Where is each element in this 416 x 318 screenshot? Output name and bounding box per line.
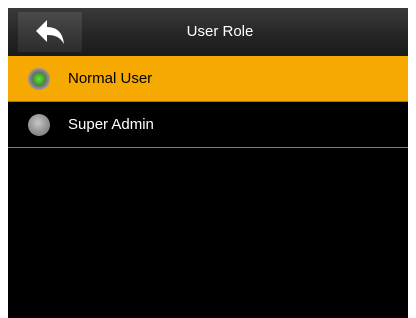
option-super-admin[interactable]: Super Admin [8,102,408,148]
header-bar: User Role [8,8,408,56]
option-label: Super Admin [68,116,154,133]
device-screen: User Role Normal User Super Admin [8,8,408,318]
radio-selected-icon [28,67,50,90]
role-list: Normal User Super Admin [8,56,408,148]
option-label: Normal User [68,70,153,87]
radio-unselected-icon [28,113,50,136]
option-normal-user[interactable]: Normal User [8,56,408,102]
back-button[interactable] [18,12,82,52]
back-arrow-icon [35,19,65,45]
page-title: User Role [186,23,254,40]
